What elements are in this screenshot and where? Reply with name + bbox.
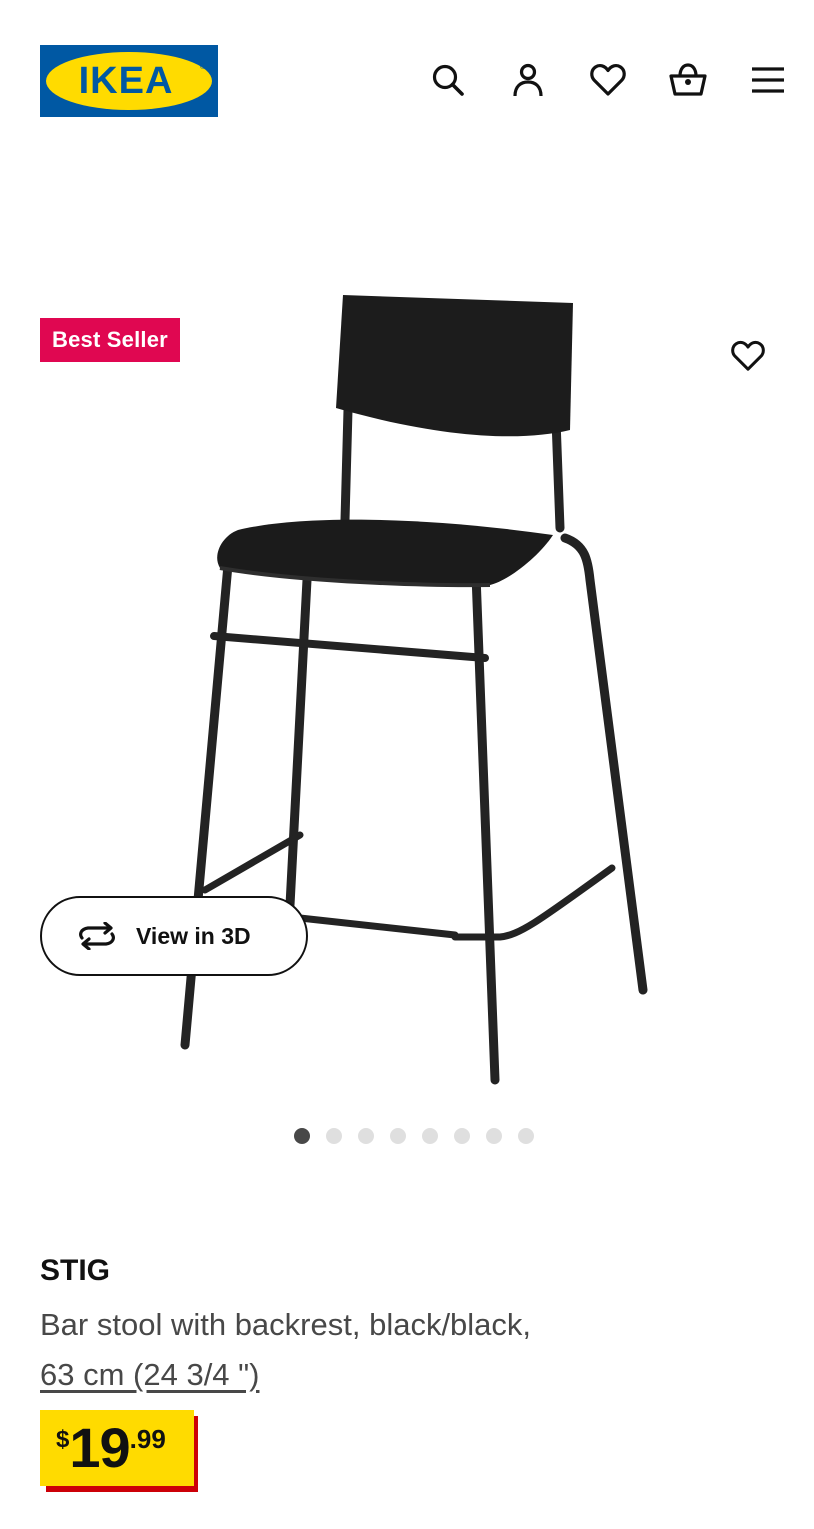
account-button[interactable] [504,56,552,104]
stool-backrest [336,295,573,437]
gallery-dot-3[interactable] [358,1128,374,1144]
product-name: STIG [40,1254,111,1287]
heart-icon [731,340,765,371]
product-description: Bar stool with backrest, black/black, 63… [40,1300,740,1400]
top-header: IKEA ® [0,0,814,140]
product-measurement-link[interactable]: 63 cm (24 3/4 ") [40,1357,259,1392]
price-currency: $ [56,1426,70,1453]
favourites-button[interactable] [584,56,632,104]
gallery-dot-2[interactable] [326,1128,342,1144]
product-favourite-button[interactable] [722,330,774,382]
menu-button[interactable] [744,56,792,104]
price-integer: 19 [69,1416,130,1479]
gallery-dot-1[interactable] [294,1128,310,1144]
bar-stool-illustration [180,405,648,1085]
product-price: $ 19 .99 [40,1410,198,1492]
price-decimal: .99 [129,1424,166,1454]
view-in-3d-label: View in 3D [136,922,251,949]
gallery-dot-5[interactable] [422,1128,438,1144]
gallery-dot-6[interactable] [454,1128,470,1144]
menu-icon [752,67,784,93]
price-tag: $ 19 .99 [40,1410,194,1486]
gallery-dot-4[interactable] [390,1128,406,1144]
logo-text: IKEA [79,60,174,102]
product-type-text: Bar stool with backrest, black/black, [40,1307,532,1342]
gallery-dot-7[interactable] [486,1128,502,1144]
best-seller-badge: Best Seller [40,318,180,362]
basket-icon [669,63,707,96]
rotate-3d-icon [79,922,115,950]
gallery-pagination [294,1128,534,1144]
heart-icon [590,64,626,96]
ikea-logo[interactable]: IKEA ® [40,45,218,117]
view-in-3d-button[interactable]: View in 3D [40,896,308,976]
search-icon [432,64,464,96]
svg-text:®: ® [200,62,206,71]
search-button[interactable] [424,56,472,104]
basket-button[interactable] [664,56,712,104]
account-icon [513,63,543,97]
gallery-dot-8[interactable] [518,1128,534,1144]
